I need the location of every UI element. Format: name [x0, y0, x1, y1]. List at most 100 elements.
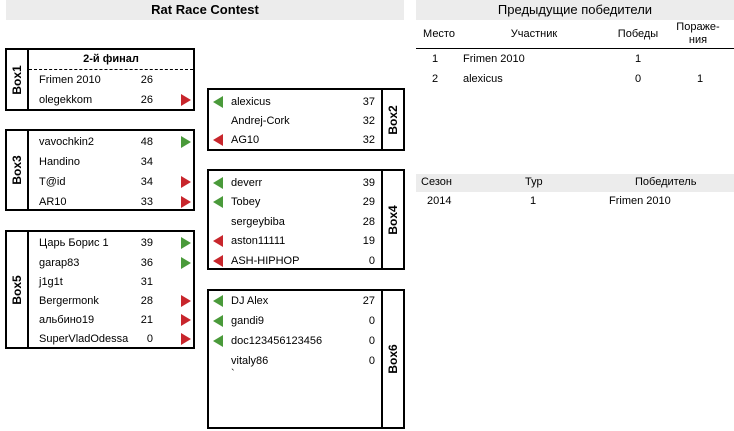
seasons-header: Сезон Тур Победитель	[416, 174, 734, 192]
player-score: 0	[368, 315, 375, 327]
player-name: SuperVladOdessa	[39, 333, 129, 345]
player-name: aston11111	[231, 235, 286, 247]
winner-wins: 1	[635, 53, 642, 65]
player-score: 33	[140, 196, 153, 208]
player-score: 28	[140, 295, 153, 307]
arrow-left-red-icon	[213, 255, 223, 267]
page-title: Rat Race Contest	[6, 0, 404, 20]
seasons-row: 2014 1 Frimen 2010	[416, 194, 734, 212]
arrow-right-red-icon	[181, 94, 191, 106]
player-name: T@id	[39, 176, 66, 188]
player-name: Handino	[39, 156, 80, 168]
player-score: 26	[140, 94, 153, 106]
arrow-left-green-icon	[213, 295, 223, 307]
player-name: doc123456123456	[231, 335, 323, 347]
winner-place: 2	[432, 73, 439, 85]
player-score: 0	[368, 335, 375, 347]
arrow-left-green-icon	[213, 315, 223, 327]
player-name: Царь Борис 1	[39, 237, 109, 249]
divider	[416, 48, 734, 49]
header-winner: Победитель	[635, 176, 697, 188]
box3-label: Box3	[7, 131, 29, 209]
list-item: AR10 33	[39, 192, 195, 212]
box6: Box6 DJ Alex 27 gandi9 0 doc123456123456…	[207, 289, 405, 429]
box1: Box1 2-й финал Frimen 2010 26 olegekkom …	[5, 48, 195, 111]
box1-subtitle: 2-й финал	[29, 50, 193, 70]
player-name: Frimen 2010	[39, 74, 101, 86]
arrow-left-green-icon	[213, 196, 223, 208]
list-item: aston11111 19	[213, 231, 383, 251]
player-score: 27	[362, 295, 375, 307]
player-score: 28	[362, 216, 375, 228]
list-item: AG10 32	[213, 130, 383, 150]
box5-label: Box5	[7, 232, 29, 347]
arrow-right-red-icon	[181, 176, 191, 188]
player-name: DJ Alex	[231, 295, 269, 307]
player-score: 26	[140, 74, 153, 86]
list-item: DJ Alex 27	[213, 291, 383, 311]
player-name: ASH-HIPHOP	[231, 255, 300, 267]
season-round: 1	[530, 195, 537, 207]
player-name: deverr	[231, 177, 263, 189]
player-name: garap83	[39, 257, 80, 269]
header-round: Тур	[525, 176, 543, 188]
winner-name: Frimen 2010	[463, 53, 525, 65]
arrow-right-green-icon	[181, 237, 191, 249]
player-name: альбино19	[39, 314, 95, 326]
list-item: vavochkin2 48	[39, 132, 195, 152]
player-score: 32	[362, 134, 375, 146]
arrow-right-red-icon	[181, 196, 191, 208]
winner-place: 1	[432, 53, 439, 65]
arrow-left-red-icon	[213, 134, 223, 146]
player-name: sergeybiba	[231, 216, 285, 228]
box4-label: Box4	[381, 171, 403, 268]
list-item: T@id 34	[39, 172, 195, 192]
box4: Box4 deverr 39 Tobey 29 sergeybiba 28 as…	[207, 169, 405, 270]
player-score: 36	[140, 257, 153, 269]
box1-label: Box1	[7, 50, 29, 109]
header-participant: Участник	[510, 28, 558, 40]
player-name: vavochkin2	[39, 136, 95, 148]
player-name: AR10	[39, 196, 67, 208]
player-name: Andrej-Cork	[231, 115, 290, 127]
header-wins: Победы	[617, 28, 659, 40]
list-item: альбино19 21	[39, 310, 195, 330]
list-item: Andrej-Cork 32	[213, 111, 383, 131]
player-name: olegekkom	[39, 94, 93, 106]
list-item: Tobey 29	[213, 192, 383, 212]
player-name: AG10	[231, 134, 260, 146]
list-item: Frimen 2010 26	[39, 70, 195, 90]
arrow-right-green-icon	[181, 136, 191, 148]
list-item: garap83 36	[39, 253, 195, 273]
winner-losses: 1	[697, 73, 704, 85]
player-score: 34	[140, 176, 153, 188]
header-place: Место	[423, 28, 455, 40]
list-item: Handino 34	[39, 152, 195, 172]
list-item: olegekkom 26	[39, 90, 195, 110]
player-score: 34	[140, 156, 153, 168]
box6-label: Box6	[381, 291, 403, 427]
list-item: Bergermonk 28	[39, 291, 195, 311]
player-name: Tobey	[231, 196, 261, 208]
box3: Box3 vavochkin2 48 Handino 34 T@id 34 AR…	[5, 129, 195, 211]
player-score: 48	[140, 136, 153, 148]
player-name: Bergermonk	[39, 295, 99, 307]
arrow-left-red-icon	[213, 235, 223, 247]
season-winner: Frimen 2010	[609, 195, 671, 207]
player-score: 31	[140, 276, 153, 288]
list-item: j1g1t 31	[39, 272, 195, 292]
player-score: 0	[146, 333, 153, 345]
arrow-right-red-icon	[181, 314, 191, 326]
season-year: 2014	[427, 195, 452, 207]
player-score: 0	[368, 255, 375, 267]
header-season: Сезон	[421, 176, 452, 188]
winners-table: Место Участник Победы Пораже-ния 1 Frime…	[416, 21, 734, 104]
player-score: 39	[140, 237, 153, 249]
player-name: gandi9	[231, 315, 265, 327]
winner-wins: 0	[635, 73, 642, 85]
stray-mark: `	[231, 368, 235, 380]
list-item: gandi9 0	[213, 311, 383, 331]
list-item: alexicus 37	[213, 92, 383, 112]
player-score: 0	[368, 355, 375, 367]
arrow-right-green-icon	[181, 257, 191, 269]
